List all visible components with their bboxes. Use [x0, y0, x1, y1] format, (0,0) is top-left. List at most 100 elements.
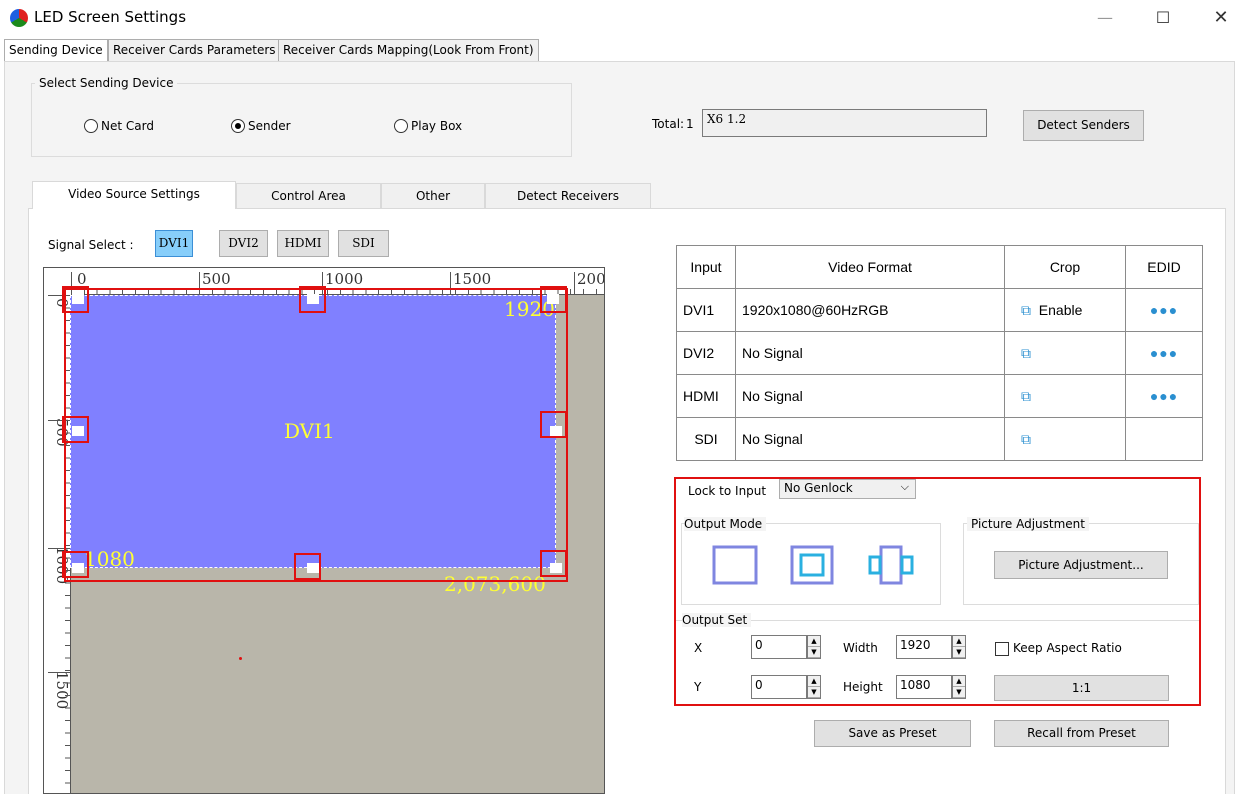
stepper-up-icon[interactable]: ▲	[953, 676, 965, 687]
ruler-label: 1500	[453, 270, 492, 288]
x-input[interactable]: 0	[751, 635, 807, 659]
signal-hdmi-button[interactable]: HDMI	[277, 230, 329, 257]
more-dots-icon[interactable]: ●●●	[1150, 302, 1178, 318]
x-stepper[interactable]: ▲ ▼	[807, 635, 821, 659]
device-field[interactable]: X6 1.2	[702, 109, 987, 137]
tab-control-area[interactable]: Control Area	[236, 183, 381, 208]
video-input-table: Input Video Format Crop EDID DVI1 1920x1…	[676, 245, 1203, 461]
crop-cell[interactable]: ⧉	[1004, 331, 1126, 375]
crop-cell[interactable]: ⧉ Enable	[1004, 288, 1126, 332]
table-header: Crop	[1004, 245, 1126, 289]
radio-sender[interactable]: Sender	[231, 118, 291, 133]
tab-video-source-settings[interactable]: Video Source Settings	[32, 181, 236, 209]
width-field-label: Width	[843, 641, 878, 655]
tab-receiver-cards-mapping[interactable]: Receiver Cards Mapping(Look From Front)	[278, 39, 539, 61]
keep-aspect-checkbox[interactable]	[995, 642, 1009, 656]
maximize-button[interactable]: ☐	[1148, 6, 1178, 30]
output-set-divider	[676, 620, 1199, 621]
stepper-down-icon[interactable]: ▼	[953, 647, 965, 658]
ruler-label: 200	[577, 270, 605, 288]
edid-cell[interactable]: ●●●	[1125, 331, 1203, 375]
picture-adjust-button[interactable]: Picture Adjustment...	[994, 551, 1168, 579]
input-cell: HDMI	[676, 374, 736, 418]
stepper-up-icon[interactable]: ▲	[808, 676, 820, 687]
save-preset-button[interactable]: Save as Preset	[814, 720, 971, 747]
more-dots-icon[interactable]: ●●●	[1150, 388, 1178, 404]
stepper-down-icon[interactable]: ▼	[808, 687, 820, 698]
tab-other[interactable]: Other	[381, 183, 485, 208]
format-cell: 1920x1080@60HzRGB	[735, 288, 1005, 332]
keep-aspect-label: Keep Aspect Ratio	[1013, 641, 1122, 655]
radio-net-card[interactable]: Net Card	[84, 118, 154, 133]
window-title: LED Screen Settings	[34, 8, 187, 26]
stepper-down-icon[interactable]: ▼	[953, 687, 965, 698]
mode-centered-icon[interactable]	[790, 545, 836, 585]
edid-cell[interactable]: ●●●	[1125, 288, 1203, 332]
crop-icon[interactable]: ⧉	[1021, 302, 1031, 318]
ratio-1-1-button[interactable]: 1:1	[994, 675, 1169, 701]
title-bar: LED Screen Settings — ☐ ✕	[0, 0, 1239, 36]
signal-dvi1-button[interactable]: DVI1	[155, 230, 193, 257]
crop-cell[interactable]: ⧉	[1004, 374, 1126, 418]
table-header: Video Format	[735, 245, 1005, 289]
table-row[interactable]: DVI2 No Signal ⧉ ●●●	[676, 331, 1203, 375]
detect-senders-button[interactable]: Detect Senders	[1023, 110, 1144, 141]
ruler-label: 1000	[325, 270, 364, 288]
table-row[interactable]: DVI1 1920x1080@60HzRGB ⧉ Enable ●●●	[676, 288, 1203, 332]
signal-dvi2-button[interactable]: DVI2	[219, 230, 268, 257]
minimize-button[interactable]: —	[1090, 6, 1120, 30]
tab-detect-receivers[interactable]: Detect Receivers	[485, 183, 651, 208]
crop-icon[interactable]: ⧉	[1021, 345, 1031, 361]
radio-label: Play Box	[411, 118, 463, 133]
selection-frame[interactable]	[64, 288, 568, 582]
edid-cell[interactable]: ●●●	[1125, 374, 1203, 418]
table-row[interactable]: SDI No Signal ⧉	[676, 417, 1203, 461]
crop-icon[interactable]: ⧉	[1021, 388, 1031, 404]
red-marker-dot	[239, 657, 242, 660]
radio-label: Net Card	[101, 118, 154, 133]
recall-preset-button[interactable]: Recall from Preset	[994, 720, 1169, 747]
table-header: EDID	[1125, 245, 1203, 289]
input-cell: DVI2	[676, 331, 736, 375]
genlock-select[interactable]: No Genlock ⌵	[779, 479, 916, 499]
stepper-up-icon[interactable]: ▲	[953, 636, 965, 647]
output-mode-label: Output Mode	[684, 517, 767, 531]
table-row[interactable]: HDMI No Signal ⧉ ●●●	[676, 374, 1203, 418]
x-label: X	[694, 641, 703, 655]
crop-icon[interactable]: ⧉	[1021, 431, 1031, 447]
signal-sdi-button[interactable]: SDI	[338, 230, 389, 257]
y-input[interactable]: 0	[751, 675, 807, 699]
more-dots-icon[interactable]: ●●●	[1150, 345, 1178, 361]
crop-cell[interactable]: ⧉	[1004, 417, 1126, 461]
mode-split-icon[interactable]	[865, 545, 914, 585]
close-button[interactable]: ✕	[1206, 6, 1236, 30]
tab-receiver-cards-parameters[interactable]: Receiver Cards Parameters	[108, 39, 281, 61]
stepper-up-icon[interactable]: ▲	[808, 636, 820, 647]
corner-marker	[307, 563, 319, 573]
width-stepper[interactable]: ▲ ▼	[952, 635, 966, 659]
radio-label: Sender	[248, 118, 291, 133]
radio-play-box[interactable]: Play Box	[394, 118, 462, 133]
input-cell: SDI	[676, 417, 736, 461]
mode-single-icon[interactable]	[712, 545, 758, 585]
corner-marker	[72, 294, 84, 304]
y-stepper[interactable]: ▲ ▼	[807, 675, 821, 699]
chevron-down-icon: ⌵	[900, 480, 909, 493]
picture-adjust-title: Picture Adjustment	[967, 517, 1089, 531]
height-stepper[interactable]: ▲ ▼	[952, 675, 966, 699]
radio-circle[interactable]	[394, 118, 408, 133]
table-header-row: Input Video Format Crop EDID	[676, 245, 1203, 289]
corner-marker	[550, 563, 562, 573]
format-cell: No Signal	[735, 374, 1005, 418]
width-input[interactable]: 1920	[896, 635, 952, 659]
stepper-down-icon[interactable]: ▼	[808, 647, 820, 658]
tab-sending-device[interactable]: Sending Device	[4, 39, 108, 62]
corner-marker	[72, 426, 84, 436]
radio-circle[interactable]	[231, 118, 245, 133]
genlock-value: No Genlock	[784, 481, 853, 495]
layout-canvas[interactable]: 0 500 1000 1500 200 0 500 1000 1500 DVI1…	[43, 267, 605, 794]
corner-marker	[72, 563, 84, 573]
radio-circle[interactable]	[84, 118, 98, 133]
height-input[interactable]: 1080	[896, 675, 952, 699]
select-device-title: Select Sending Device	[35, 76, 178, 90]
